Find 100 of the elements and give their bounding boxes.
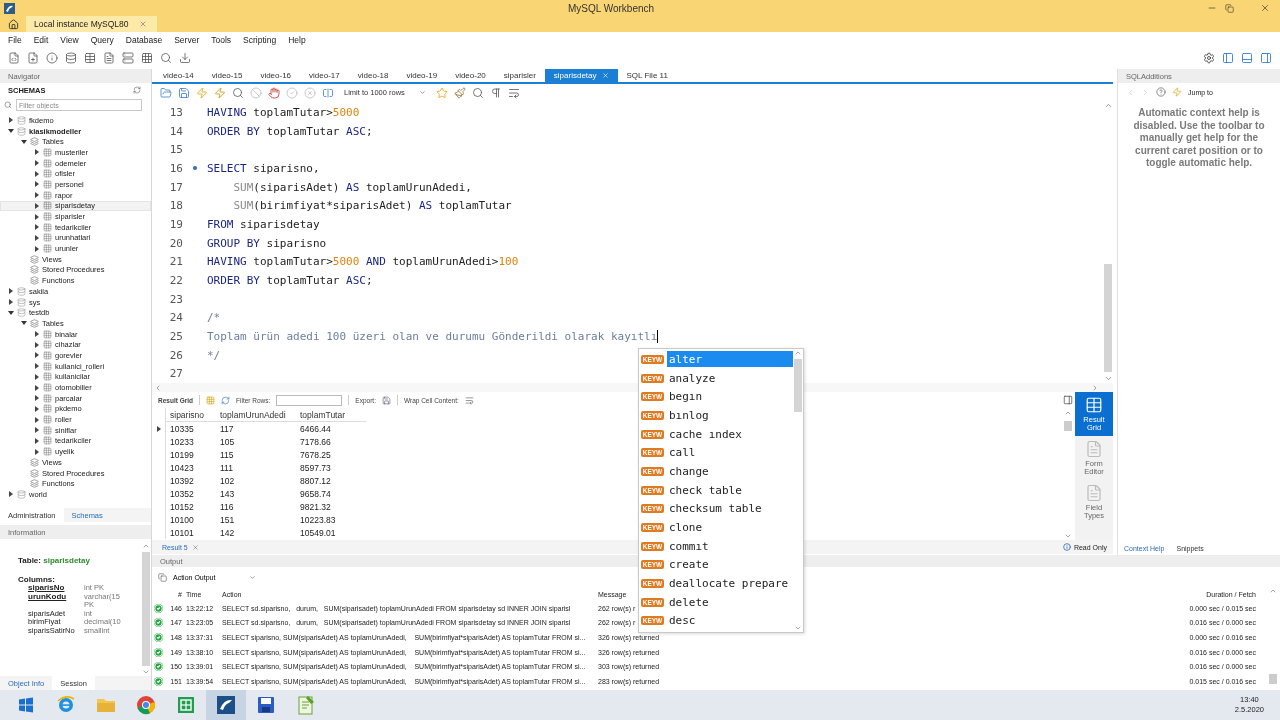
lightning-icon[interactable] [196, 86, 208, 99]
editor-tab[interactable]: video-19 [397, 69, 447, 82]
collapse-arrow-icon[interactable] [8, 309, 14, 316]
editor-tab[interactable]: video-20 [446, 69, 495, 82]
editor-tab[interactable]: video-18 [348, 69, 398, 82]
collapse-arrow-icon[interactable] [21, 138, 27, 145]
editor-tab[interactable]: video-15 [202, 69, 252, 82]
scroll-thumb[interactable] [794, 359, 802, 412]
wrap-icon[interactable] [507, 86, 520, 99]
expand-arrow-icon[interactable] [34, 224, 40, 231]
output-toggle-icon[interactable] [1241, 52, 1253, 64]
expand-arrow-icon[interactable] [34, 245, 40, 252]
menu-item[interactable]: Help [282, 34, 312, 45]
scroll-thumb[interactable] [1269, 674, 1277, 684]
expand-arrow-icon[interactable] [34, 160, 40, 167]
scroll-down-icon[interactable] [1064, 532, 1072, 540]
expand-arrow-icon[interactable] [34, 427, 40, 434]
expand-arrow-icon[interactable] [8, 299, 14, 306]
copy-icon[interactable] [158, 572, 167, 582]
column-header[interactable]: toplamTutar [296, 408, 366, 422]
expand-arrow-icon[interactable] [34, 202, 40, 209]
editor-tab[interactable]: siparisdetay [544, 69, 618, 82]
column-header[interactable]: siparisno [166, 408, 216, 422]
close-icon[interactable] [138, 20, 147, 28]
close-icon[interactable] [191, 543, 199, 551]
expand-arrow-icon[interactable] [34, 352, 40, 359]
editor-tab[interactable]: video-14 [154, 69, 203, 82]
folder-icon[interactable] [160, 86, 172, 99]
help-icon[interactable] [1156, 87, 1166, 97]
expand-arrow-icon[interactable] [34, 363, 40, 370]
expand-arrow-icon[interactable] [8, 288, 14, 295]
expand-arrow-icon[interactable] [34, 234, 40, 241]
open-file-icon[interactable] [27, 52, 39, 64]
expand-arrow-icon[interactable] [34, 213, 40, 220]
collapse-arrow-icon[interactable] [21, 320, 27, 327]
info-icon[interactable] [46, 52, 58, 64]
expand-arrow-icon[interactable] [34, 331, 40, 338]
expand-arrow-icon[interactable] [34, 405, 40, 412]
save-icon[interactable] [178, 86, 190, 99]
panel-toggle-icon[interactable] [1063, 395, 1073, 405]
menu-item[interactable]: Tools [205, 34, 238, 45]
export-icon[interactable] [381, 395, 391, 405]
scroll-thumb[interactable] [1064, 421, 1072, 431]
table-icon[interactable] [84, 52, 96, 64]
taskbar-button[interactable] [206, 690, 246, 720]
refresh-icon[interactable] [221, 395, 231, 405]
wrap-icon[interactable] [464, 395, 474, 405]
expand-arrow-icon[interactable] [34, 416, 40, 423]
scroll-up-icon[interactable] [1103, 101, 1113, 110]
filter-rows-field[interactable] [276, 394, 343, 406]
expand-arrow-icon[interactable] [34, 395, 40, 402]
scroll-up-icon[interactable] [142, 542, 150, 550]
search-icon[interactable] [471, 86, 484, 99]
menu-item[interactable]: Edit [27, 34, 55, 45]
editor-tab[interactable]: video-16 [251, 69, 301, 82]
column-header[interactable]: toplamUrunAdedi [216, 408, 296, 422]
hand-icon[interactable] [268, 86, 280, 99]
menu-item[interactable]: Query [84, 34, 120, 45]
close-icon[interactable] [601, 72, 609, 79]
star-icon[interactable] [435, 86, 448, 99]
lightning-icon[interactable] [214, 86, 226, 99]
expand-arrow-icon[interactable] [34, 170, 40, 177]
search-icon[interactable] [160, 52, 172, 64]
scroll-down-icon[interactable] [142, 668, 150, 676]
expand-arrow-icon[interactable] [34, 373, 40, 380]
sql-file-icon[interactable] [8, 52, 20, 64]
editor-tab[interactable]: siparisler [494, 69, 545, 82]
restore-icon[interactable] [1225, 3, 1234, 13]
menu-item[interactable]: Server [168, 34, 206, 45]
expand-arrow-icon[interactable] [8, 491, 14, 498]
expand-arrow-icon[interactable] [34, 181, 40, 188]
grid-icon[interactable] [206, 395, 216, 405]
collapse-arrow-icon[interactable] [8, 128, 14, 135]
sidebar-toggle-icon[interactable] [1222, 52, 1234, 64]
editor-tab[interactable]: SQL File 11 [617, 69, 677, 82]
scroll-up-icon[interactable] [1269, 587, 1277, 595]
scroll-up-icon[interactable] [1064, 409, 1072, 417]
database-icon[interactable] [65, 52, 77, 64]
close-icon[interactable] [1260, 3, 1270, 13]
sidebar-toggle-icon[interactable] [1260, 52, 1272, 64]
paragraph-icon[interactable] [489, 86, 502, 99]
brush-icon[interactable] [453, 86, 466, 99]
toggle-icon[interactable] [322, 86, 334, 99]
check-icon[interactable] [286, 86, 298, 99]
scroll-right-icon[interactable] [1091, 383, 1099, 392]
expand-arrow-icon[interactable] [34, 448, 40, 455]
settings-icon[interactable] [1203, 52, 1215, 64]
menu-item[interactable]: View [54, 34, 85, 45]
scroll-thumb[interactable] [142, 552, 150, 666]
menu-item[interactable]: Scripting [237, 34, 283, 45]
expand-arrow-icon[interactable] [34, 341, 40, 348]
refresh-icon[interactable] [133, 86, 141, 94]
expand-arrow-icon[interactable] [34, 192, 40, 199]
scroll-left-icon[interactable] [154, 383, 162, 392]
expand-arrow-icon[interactable] [34, 384, 40, 391]
scroll-down-icon[interactable] [794, 624, 802, 632]
search-icon[interactable] [232, 86, 244, 99]
scroll-up-icon[interactable] [794, 349, 802, 357]
menu-item[interactable]: File [2, 34, 28, 45]
current-row-icon[interactable] [155, 425, 162, 432]
